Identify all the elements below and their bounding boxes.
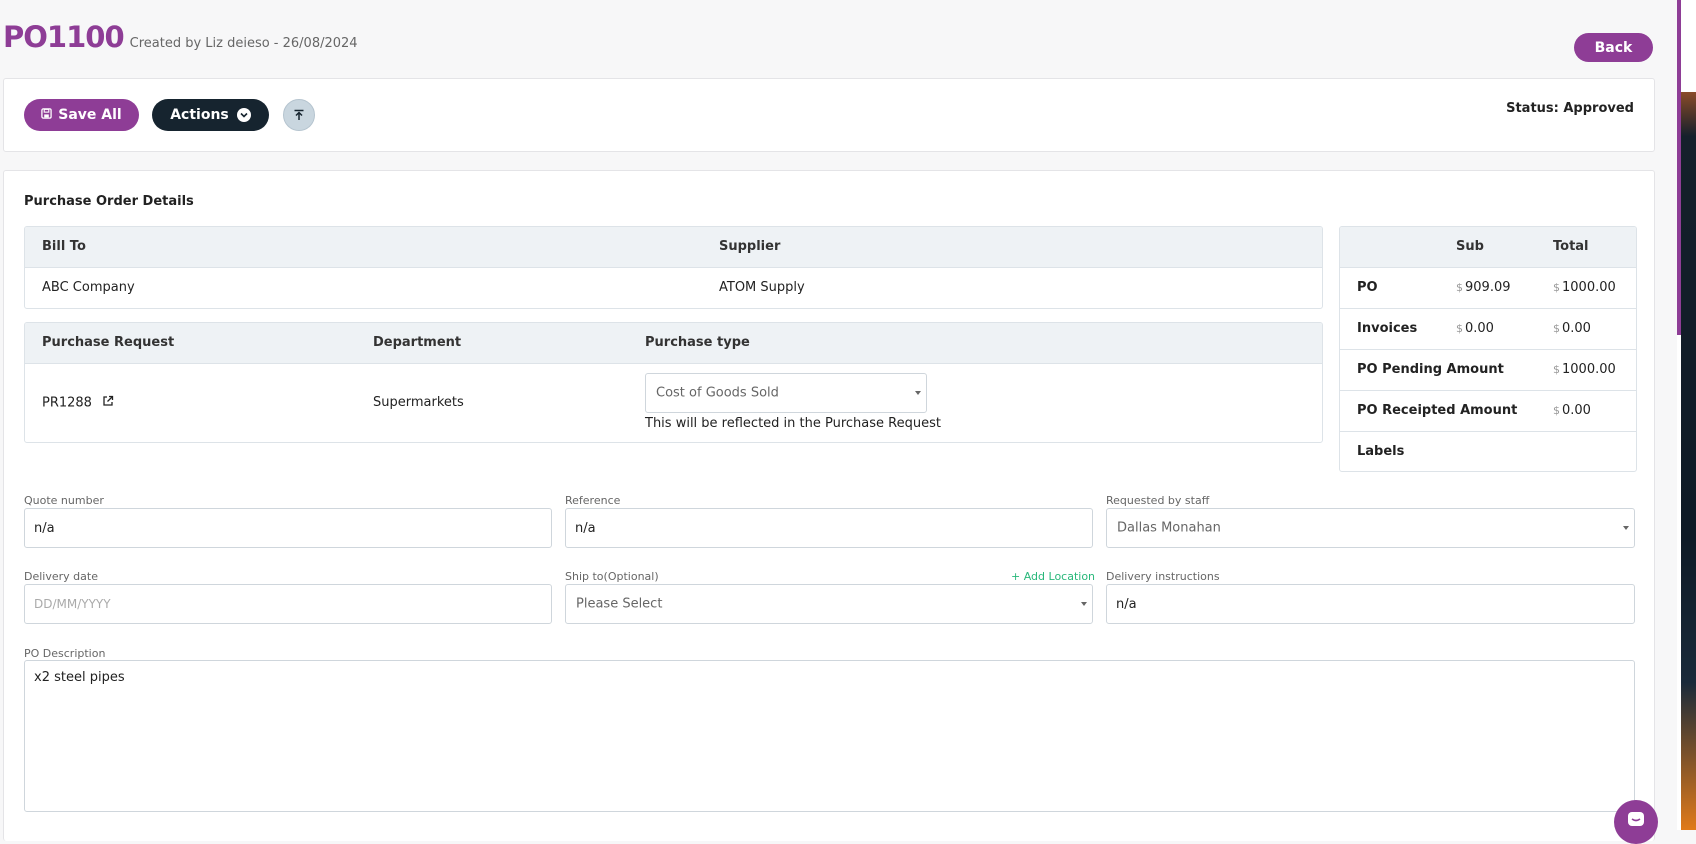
table-row: PR1288 Supermarkets Cost of Goods Sold T…	[25, 364, 1322, 442]
sub-header: Sub	[1456, 239, 1484, 254]
summary-row-invoices: Invoices $0.00 $0.00	[1340, 309, 1636, 350]
summary-label: PO	[1357, 280, 1378, 295]
page-header: PO1100 Created by Liz deieso - 26/08/202…	[3, 20, 358, 54]
department-header: Department	[373, 335, 462, 350]
requested-by-value: Dallas Monahan	[1117, 520, 1221, 536]
reference-input[interactable]: n/a	[565, 508, 1093, 548]
chat-launcher-button[interactable]	[1614, 800, 1658, 844]
bill-to-value: ABC Company	[42, 280, 135, 295]
supplier-header: Supplier	[719, 239, 781, 254]
ship-to-label: Ship to(Optional)	[565, 570, 659, 583]
summary-label: PO Pending Amount	[1357, 362, 1504, 377]
table-header: Sub Total	[1340, 227, 1636, 268]
save-icon	[41, 107, 52, 123]
summary-row-receipted: PO Receipted Amount $0.00	[1340, 391, 1636, 432]
invoices-total-amount: $0.00	[1553, 321, 1591, 336]
quote-number-label: Quote number	[24, 494, 104, 507]
quote-number-input[interactable]: n/a	[24, 508, 552, 548]
purchase-request-value: PR1288	[42, 395, 92, 411]
summary-row-labels: Labels	[1340, 432, 1636, 471]
total-header: Total	[1553, 239, 1589, 254]
po-description-textarea[interactable]: x2 steel pipes	[24, 660, 1635, 812]
purchase-type-select[interactable]: Cost of Goods Sold	[645, 373, 927, 413]
bill-to-supplier-table: Bill To Supplier ABC Company ATOM Supply	[24, 226, 1323, 309]
chat-icon	[1626, 810, 1646, 834]
pending-total-amount: $1000.00	[1553, 362, 1616, 377]
supplier-value: ATOM Supply	[719, 280, 805, 295]
po-sub-amount: $909.09	[1456, 280, 1511, 295]
chevron-down-icon	[1081, 602, 1087, 606]
reference-label: Reference	[565, 494, 621, 507]
requested-by-label: Requested by staff	[1106, 494, 1210, 507]
save-all-label: Save All	[58, 107, 122, 123]
chevron-down-icon	[915, 391, 921, 395]
summary-row-pending: PO Pending Amount $1000.00	[1340, 350, 1636, 391]
purchase-type-header: Purchase type	[645, 335, 750, 350]
delivery-instructions-label: Delivery instructions	[1106, 570, 1220, 583]
delivery-date-label: Delivery date	[24, 570, 98, 583]
created-by-text: Created by Liz deieso - 26/08/2024	[129, 36, 358, 51]
purchase-request-table: Purchase Request Department Purchase typ…	[24, 322, 1323, 443]
save-all-button[interactable]: Save All	[24, 99, 139, 131]
actions-dropdown-button[interactable]: Actions	[152, 99, 269, 131]
purchase-request-link[interactable]: PR1288	[42, 395, 114, 411]
status-text: Status: Approved	[1506, 101, 1634, 116]
ship-to-select[interactable]: Please Select	[565, 584, 1093, 624]
actions-label: Actions	[170, 107, 229, 123]
section-title: Purchase Order Details	[24, 194, 194, 209]
ship-to-value: Please Select	[576, 596, 663, 612]
department-value: Supermarkets	[373, 395, 464, 410]
scroll-to-top-icon	[293, 106, 305, 125]
requested-by-select[interactable]: Dallas Monahan	[1106, 508, 1635, 548]
toolbar-card: Save All Actions Status: Approved	[3, 78, 1655, 152]
table-row: ABC Company ATOM Supply	[25, 268, 1322, 308]
po-total-amount: $1000.00	[1553, 280, 1616, 295]
summary-row-po: PO $909.09 $1000.00	[1340, 268, 1636, 309]
delivery-date-input[interactable]: DD/MM/YYYY	[24, 584, 552, 624]
purchase-order-details-card: Purchase Order Details Bill To Supplier …	[3, 170, 1655, 841]
scroll-to-top-button[interactable]	[283, 99, 315, 131]
summary-label: Invoices	[1357, 321, 1418, 336]
summary-label: PO Receipted Amount	[1357, 403, 1518, 418]
page-title: PO1100	[3, 20, 125, 54]
back-button[interactable]: Back	[1574, 33, 1653, 62]
table-header: Bill To Supplier	[25, 227, 1322, 268]
purchase-type-value: Cost of Goods Sold	[656, 385, 779, 401]
receipted-total-amount: $0.00	[1553, 403, 1591, 418]
bill-to-header: Bill To	[42, 239, 86, 254]
purchase-type-note: This will be reflected in the Purchase R…	[645, 416, 941, 431]
add-location-link[interactable]: + Add Location	[1011, 570, 1095, 583]
purchase-request-header: Purchase Request	[42, 335, 175, 350]
delivery-instructions-input[interactable]: n/a	[1106, 584, 1635, 624]
po-summary-table: Sub Total PO $909.09 $1000.00 Invoices $…	[1339, 226, 1637, 472]
po-description-label: PO Description	[24, 647, 106, 660]
background-strip	[1681, 92, 1696, 830]
external-link-icon	[102, 395, 114, 411]
table-header: Purchase Request Department Purchase typ…	[25, 323, 1322, 364]
chevron-down-icon	[236, 108, 251, 122]
chevron-down-icon	[1623, 526, 1629, 530]
summary-label: Labels	[1357, 444, 1405, 459]
invoices-sub-amount: $0.00	[1456, 321, 1494, 336]
